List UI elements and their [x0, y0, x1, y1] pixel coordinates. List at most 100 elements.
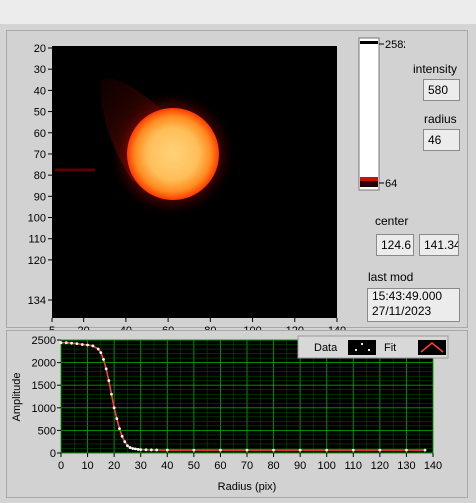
series-data-point: [192, 448, 196, 452]
series-data-point: [99, 351, 103, 355]
image-y-tick-label: 80: [34, 170, 46, 182]
series-data-point: [70, 341, 74, 345]
series-data-point: [80, 343, 84, 346]
profile-y-tick-label: 2500: [32, 335, 56, 347]
image-x-axis: 520406080100120140: [49, 318, 346, 330]
profile-x-tick-label: 110: [345, 460, 363, 472]
image-y-tick-label: 90: [34, 191, 46, 203]
image-y-tick-label: 30: [34, 64, 46, 76]
profile-ylabel: Amplitude: [11, 373, 23, 422]
legend-data-dot: [354, 348, 358, 352]
series-data-point: [272, 448, 275, 452]
profile-x-tick-label: 90: [294, 460, 306, 472]
profile-xlabel: Radius (pix): [218, 481, 277, 493]
profile-y-tick-label: 1000: [32, 403, 56, 415]
legend-data-dot: [360, 342, 364, 346]
profile-y-tick-label: 500: [38, 425, 56, 437]
series-data-point: [112, 406, 116, 410]
series-data-point: [115, 417, 119, 421]
colorbar-frame: [358, 37, 380, 191]
image-y-tick-label: 70: [34, 149, 46, 161]
image-y-tick-label: 100: [28, 213, 46, 225]
last-mod-box: 15:43:49.000 27/11/2023: [367, 288, 460, 322]
series-data-point: [110, 392, 113, 396]
colorbar-min-label: 64: [385, 178, 397, 190]
profile-x-tick-label: 0: [58, 460, 64, 472]
colorbar-top-band: [360, 41, 378, 44]
series-data-point: [155, 448, 159, 452]
legend-data-swatch: [348, 340, 376, 355]
profile-x-tick-label: 130: [397, 460, 415, 472]
profile-x-tick-label: 40: [161, 460, 173, 472]
profile-y-tick-label: 2000: [32, 358, 56, 370]
center-label: center: [375, 214, 409, 228]
profile-x-tick-label: 50: [188, 460, 200, 472]
series-data-point: [96, 347, 100, 351]
series-data-point: [59, 341, 63, 345]
colorbar-max-label: 2582: [385, 39, 405, 51]
intensity-image-graph[interactable]: 20 30 40 50 60 70 80 90 100 110 120 134 52040608010…: [0, 30, 350, 330]
profile-x-tick-label: 10: [81, 460, 93, 472]
colorbar[interactable]: 2582 64: [355, 34, 405, 194]
profile-x-tick-label: 100: [318, 460, 336, 472]
legend-data-label: Data: [314, 342, 338, 354]
profile-chart[interactable]: 0 500 1000 1500 2000 2500 0 10 20 30 40 50 60 70 80 90…: [0, 330, 470, 500]
series-data-point: [144, 448, 148, 452]
profile-x-tick-label: 140: [424, 460, 442, 472]
radius-label: radius: [424, 112, 457, 126]
profile-y-axis: 0 500 1000 1500 2000 2500: [32, 335, 61, 460]
series-data-point: [64, 341, 68, 345]
series-data-point: [351, 448, 355, 452]
colorbar-bottom-band-dark: [360, 181, 378, 187]
last-mod-label: last mod: [368, 270, 414, 284]
series-data-point: [128, 446, 132, 449]
profile-x-tick-label: 80: [267, 460, 279, 472]
profile-x-tick-label: 60: [214, 460, 226, 472]
image-y-tick-label: 110: [28, 234, 46, 246]
intensity-value: 580: [423, 79, 460, 101]
profile-legend[interactable]: Data Fit: [297, 335, 449, 359]
image-y-tick-label: 50: [34, 107, 46, 119]
profile-y-tick-label: 0: [50, 448, 56, 460]
series-data-point: [139, 448, 143, 452]
series-data-point: [131, 447, 135, 450]
profile-x-tick-label: 20: [108, 460, 120, 472]
image-y-axis: 20 30 40 50 60 70 80 90 100 110 120 134: [28, 43, 52, 307]
series-data-point: [118, 427, 121, 430]
image-y-tick-label: 60: [34, 128, 46, 140]
series-data-point: [378, 448, 382, 452]
series-data-point: [245, 448, 249, 452]
series-data-point: [423, 448, 427, 452]
series-data-point: [165, 448, 169, 452]
profile-y-tick-label: 1500: [32, 380, 56, 392]
last-mod-time: 15:43:49.000: [372, 289, 443, 303]
series-data-point: [75, 342, 79, 346]
series-data-point: [126, 444, 129, 448]
series-data-point: [86, 343, 89, 347]
series-data-point: [107, 379, 111, 383]
image-y-tick-label: 40: [34, 85, 46, 97]
profile-x-axis: 0 10 20 30 40 50 60 70 80 90 100 110 120 130 140: [58, 453, 442, 472]
center-y-value: 141.34: [419, 234, 459, 256]
image-y-tick-label: 120: [28, 255, 46, 267]
series-data-point: [91, 344, 95, 348]
center-x-value: 124.6: [376, 234, 414, 256]
image-y-tick-label: 134: [28, 295, 46, 307]
image-y-tick-label: 20: [34, 43, 46, 55]
profile-x-tick-label: 30: [135, 460, 147, 472]
series-data-point: [134, 447, 137, 451]
profile-x-tick-label: 120: [371, 460, 389, 472]
series-data-point: [102, 358, 105, 361]
radius-value: 46: [423, 129, 460, 151]
intensity-label: intensity: [413, 62, 458, 76]
colorbar-bottom-band-red: [360, 177, 378, 181]
profile-x-tick-label: 70: [241, 460, 253, 472]
series-data-point: [219, 448, 222, 452]
series-data-point: [298, 448, 302, 452]
series-data-point: [104, 367, 108, 371]
series-data-point: [136, 447, 140, 451]
series-data-point: [123, 440, 127, 444]
legend-fit-label: Fit: [384, 342, 396, 354]
series-data-point: [149, 448, 153, 452]
series-data-point: [120, 434, 124, 438]
